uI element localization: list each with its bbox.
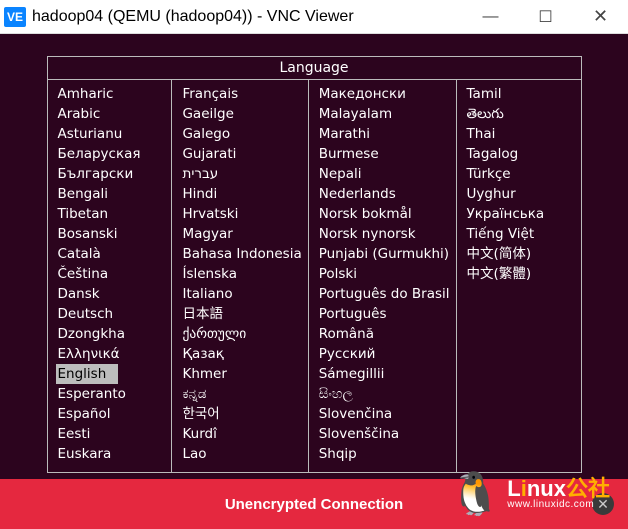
language-option[interactable]: Tagalog [465, 144, 581, 164]
language-option[interactable]: Íslenska [180, 264, 307, 284]
language-option[interactable]: Türkçe [465, 164, 581, 184]
language-option[interactable]: Русский [317, 344, 456, 364]
language-option[interactable]: Nepali [317, 164, 456, 184]
maximize-button[interactable]: ☐ [518, 0, 573, 33]
language-option[interactable]: Eesti [56, 424, 172, 444]
language-option[interactable]: Čeština [56, 264, 172, 284]
language-option[interactable]: Македонски [317, 84, 456, 104]
language-option[interactable]: Gaeilge [180, 104, 307, 124]
language-option[interactable]: Norsk nynorsk [317, 224, 456, 244]
language-option[interactable]: Galego [180, 124, 307, 144]
language-column: AmharicArabicAsturianuБеларускаяБългарск… [48, 80, 173, 472]
language-option[interactable]: Gujarati [180, 144, 307, 164]
language-option[interactable]: Português do Brasil [317, 284, 456, 304]
language-option[interactable]: Polski [317, 264, 456, 284]
language-option[interactable]: ქართული [180, 324, 307, 344]
language-option[interactable]: Marathi [317, 124, 456, 144]
language-option[interactable]: Norsk bokmål [317, 204, 456, 224]
language-option[interactable]: Bengali [56, 184, 172, 204]
language-option[interactable]: Asturianu [56, 124, 172, 144]
language-option[interactable]: Български [56, 164, 172, 184]
language-option[interactable]: Dzongkha [56, 324, 172, 344]
close-button[interactable]: ✕ [573, 0, 628, 33]
vnc-viewer-icon: VE [4, 7, 26, 27]
language-option[interactable]: Slovenščina [317, 424, 456, 444]
connection-warning-text: Unencrypted Connection [225, 496, 403, 513]
minimize-button[interactable]: — [463, 0, 518, 33]
language-option[interactable]: English [56, 364, 119, 384]
language-option[interactable]: Thai [465, 124, 581, 144]
language-option[interactable]: Burmese [317, 144, 456, 164]
language-option[interactable]: Khmer [180, 364, 307, 384]
language-option[interactable]: తెలుగు [465, 104, 581, 124]
language-option[interactable]: Amharic [56, 84, 172, 104]
language-option[interactable]: Italiano [180, 284, 307, 304]
language-option[interactable]: Euskara [56, 444, 172, 464]
language-selection-panel: Language AmharicArabicAsturianuБеларуска… [47, 56, 582, 473]
language-option[interactable]: Dansk [56, 284, 172, 304]
language-option[interactable]: Қазақ [180, 344, 307, 364]
language-option[interactable]: Română [317, 324, 456, 344]
language-option[interactable]: Tibetan [56, 204, 172, 224]
warning-close-button[interactable]: ✕ [592, 493, 614, 515]
language-option[interactable]: עברית [180, 164, 307, 184]
language-option[interactable]: Bahasa Indonesia [180, 244, 307, 264]
language-option[interactable]: 한국어 [180, 404, 307, 424]
language-column: МакедонскиMalayalamMarathiBurmeseNepaliN… [309, 80, 457, 472]
vnc-viewport: Language AmharicArabicAsturianuБеларуска… [0, 34, 628, 479]
language-option[interactable]: Punjabi (Gurmukhi) [317, 244, 456, 264]
language-option[interactable]: Hrvatski [180, 204, 307, 224]
language-option[interactable]: Uyghur [465, 184, 581, 204]
language-option[interactable]: සිංහල [317, 384, 456, 404]
language-option[interactable]: Sámegillii [317, 364, 456, 384]
language-option[interactable]: 日本語 [180, 304, 307, 324]
language-option[interactable]: Magyar [180, 224, 307, 244]
language-option[interactable]: Deutsch [56, 304, 172, 324]
window-titlebar: VE hadoop04 (QEMU (hadoop04)) - VNC View… [0, 0, 628, 34]
language-option[interactable]: Esperanto [56, 384, 172, 404]
window-controls: — ☐ ✕ [463, 0, 628, 33]
language-option[interactable]: Español [56, 404, 172, 424]
language-option[interactable]: Hindi [180, 184, 307, 204]
language-option[interactable]: Nederlands [317, 184, 456, 204]
language-option[interactable]: Slovenčina [317, 404, 456, 424]
language-option[interactable]: Українська [465, 204, 581, 224]
language-option[interactable]: Беларуская [56, 144, 172, 164]
language-option[interactable]: Shqip [317, 444, 456, 464]
language-column: FrançaisGaeilgeGalegoGujaratiעבריתHindiH… [172, 80, 308, 472]
language-option[interactable]: Arabic [56, 104, 172, 124]
connection-warning-bar: Unencrypted Connection ✕ [0, 479, 628, 529]
language-option[interactable]: Tiếng Việt [465, 224, 581, 244]
language-option[interactable]: Tamil [465, 84, 581, 104]
language-panel-header: Language [48, 57, 581, 80]
language-option[interactable]: Bosanski [56, 224, 172, 244]
language-option[interactable]: Português [317, 304, 456, 324]
language-option[interactable]: ಕನ್ನಡ [180, 384, 307, 404]
language-column: TamilతెలుగుThaiTagalogTürkçeUyghurУкраїн… [457, 80, 581, 472]
language-option[interactable]: Lao [180, 444, 307, 464]
language-option[interactable]: Malayalam [317, 104, 456, 124]
language-option[interactable]: Français [180, 84, 307, 104]
language-option[interactable]: 中文(繁體) [465, 264, 581, 284]
language-option[interactable]: 中文(简体) [465, 244, 581, 264]
window-title: hadoop04 (QEMU (hadoop04)) - VNC Viewer [32, 8, 463, 26]
language-grid: AmharicArabicAsturianuБеларускаяБългарск… [48, 80, 581, 472]
language-option[interactable]: Kurdî [180, 424, 307, 444]
language-option[interactable]: Català [56, 244, 172, 264]
language-option[interactable]: Ελληνικά [56, 344, 172, 364]
